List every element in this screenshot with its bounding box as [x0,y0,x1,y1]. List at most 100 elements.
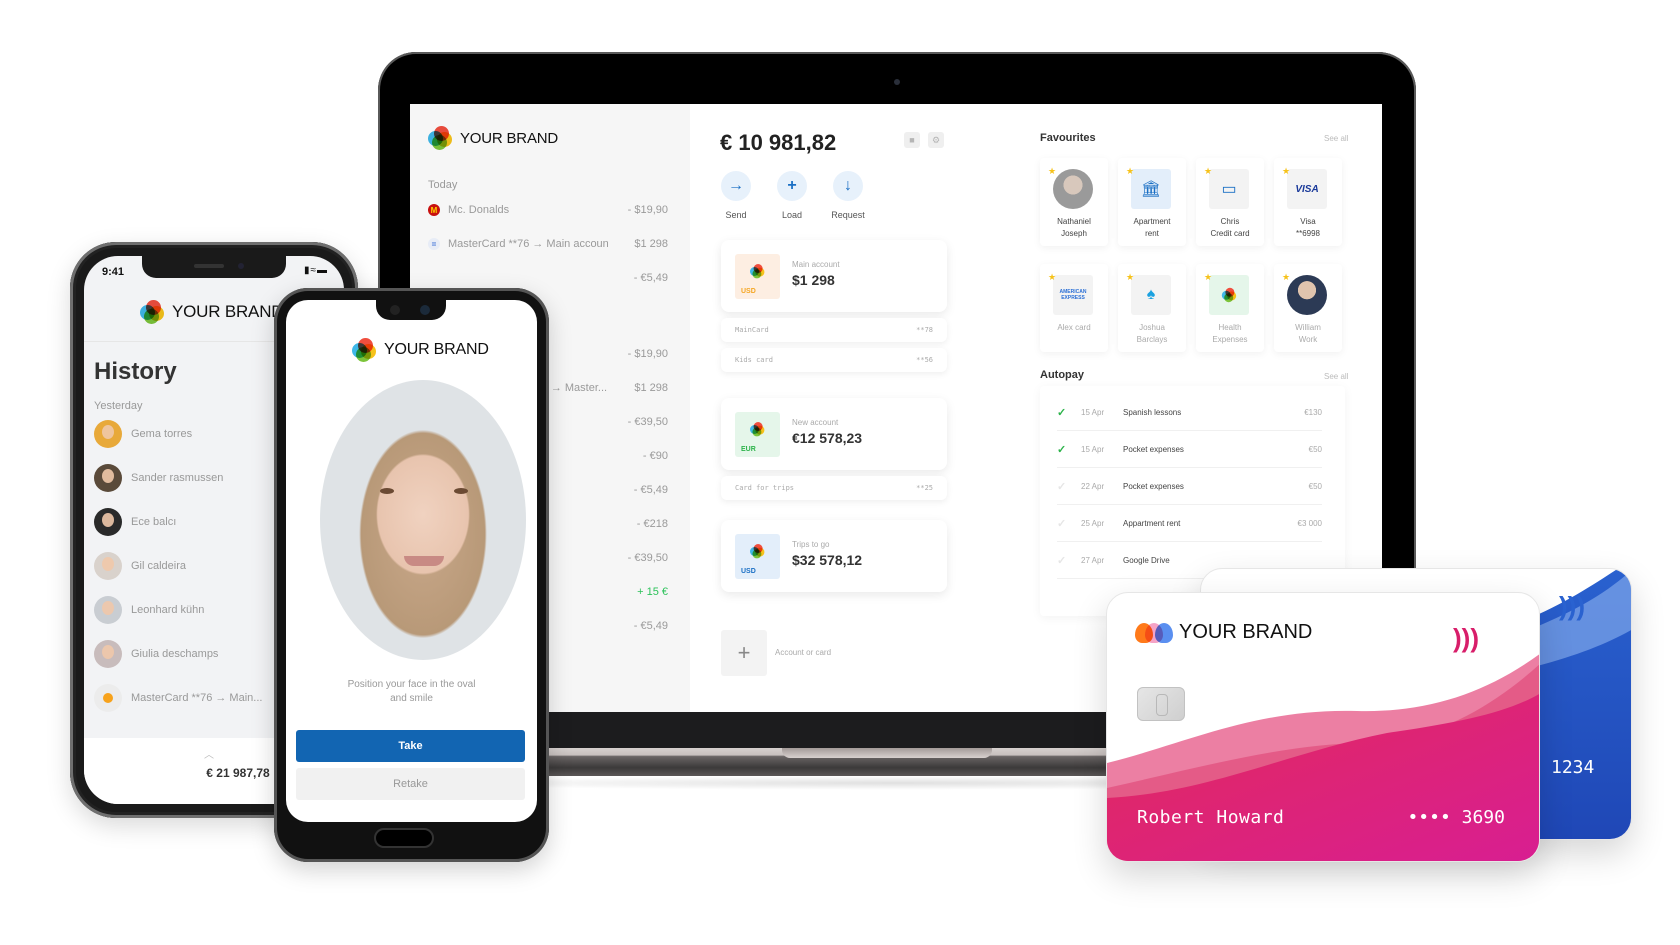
transaction-row[interactable]: M Mc. Donalds - $19,90 [428,200,668,220]
autopay-amount: €130 [1304,407,1322,417]
avatar [94,596,122,624]
favourite-label: Joshua Barclays [1136,323,1168,344]
add-account-label: Account or card [775,648,832,657]
brand[interactable]: YOUR BRAND [428,126,558,150]
transaction-amount: - $19,90 [627,204,668,216]
brand-logo-icon [750,422,765,437]
transaction-amount: $1 298 [634,238,668,250]
linked-card-row[interactable]: MainCard **78 [721,318,947,342]
star-icon: ★ [1126,166,1135,176]
avatar [94,420,122,448]
transaction-row[interactable]: - €5,49 [428,268,668,288]
autopay-name: Pocket expenses [1123,444,1184,454]
card-brand-logo-icon [1135,622,1173,643]
autopay-row[interactable]: ✓ 15 Apr Spanish lessons €130 [1057,394,1322,431]
action-label: Request [831,210,865,220]
card-number: •••• 3690 [1407,807,1505,828]
account-name: Main account [792,260,840,269]
autopay-name: Pocket expenses [1123,481,1184,491]
linked-card-name: Card for trips [735,484,795,492]
autopay-name: Appartment rent [1123,518,1181,528]
brand[interactable]: YOUR BRAND [352,338,489,362]
autopay-date: 27 Apr [1081,555,1105,565]
favourite-tile[interactable]: ▭ ★ Chris Credit card [1196,158,1264,246]
history-name: Leonhard kühn [131,604,205,616]
account-card[interactable]: USD Main account $1 298 [721,240,947,312]
lock-icon[interactable]: ■ [904,132,920,148]
brand-logo [1209,275,1249,315]
face-capture-oval [320,380,526,660]
action-request-button[interactable]: ↓ Request [828,171,868,220]
autopay-amount: €50 [1308,481,1322,491]
card-number: 1234 [1551,757,1595,778]
account-name: New account [792,418,839,427]
iphone-notch [142,256,286,278]
account-thumbnail: USD [735,534,780,579]
transaction-row[interactable]: = MasterCard **76 → Main account $1 298 [428,234,668,254]
group-label: Today [428,179,458,191]
account-card[interactable]: USD Trips to go $32 578,12 [721,520,947,592]
take-photo-button[interactable]: Take [296,730,525,762]
plus-icon: + [777,171,807,201]
visa-logo: VISA [1287,169,1327,209]
autopay-row[interactable]: ✓ 15 Apr Pocket expenses €50 [1057,431,1322,468]
star-icon: ★ [1048,166,1057,176]
action-send-button[interactable]: → Send [716,171,756,220]
check-icon: ✓ [1057,554,1067,567]
bank-icon: 🏛 [1131,169,1171,209]
action-load-button[interactable]: + Load [772,171,812,220]
favourite-tile[interactable]: ★ Nathaniel Joseph [1040,158,1108,246]
add-account-button[interactable]: + [721,630,767,676]
star-icon: ★ [1282,166,1291,176]
autopay-row[interactable]: ✓ 22 Apr Pocket expenses €50 [1057,468,1322,505]
account-name: Trips to go [792,540,830,549]
action-label: Load [781,210,803,220]
star-icon: ★ [1048,272,1057,282]
linked-card-row[interactable]: Kids card **56 [721,348,947,372]
capture-hint: Position your face in the oval and smile [347,679,476,704]
check-icon: ✓ [1057,406,1067,419]
account-balance: $1 298 [792,272,835,288]
history-name: Giulia deschamps [131,648,219,660]
favourite-label: Chris Credit card [1210,217,1250,238]
brand-logo-icon [750,544,765,559]
favourite-tile[interactable]: ★ William Work [1274,264,1342,352]
arrow-down-icon: ↓ [833,171,863,201]
brand[interactable]: YOUR BRAND [140,300,284,324]
favourite-tile[interactable]: AMERICAN EXPRESS ★ Alex card [1040,264,1108,352]
account-card[interactable]: EUR New account €12 578,23 [721,398,947,470]
mastercard-icon: = [428,238,440,250]
favourite-label: Health Expenses [1212,323,1248,344]
chevron-up-icon[interactable]: ︿ [204,746,214,761]
favourite-tile[interactable]: ♠ ★ Joshua Barclays [1118,264,1186,352]
favourites-see-all-link[interactable]: See all [1324,134,1348,143]
transaction-amount: + 15 € [637,586,668,598]
linked-card-row[interactable]: Card for trips **25 [721,476,947,500]
star-icon: ★ [1204,272,1213,282]
autopay-title: Autopay [1040,369,1084,381]
brand-logo-icon [1221,287,1237,303]
transaction-amount: - €90 [642,450,668,462]
favourite-tile[interactable]: ★ Health Expenses [1196,264,1264,352]
brand-logo-icon [352,338,376,362]
favourite-tile[interactable]: VISA ★ Visa **6998 [1274,158,1342,246]
group-label: Yesterday [94,400,143,412]
gear-icon[interactable]: ⚙ [928,132,944,148]
autopay-name: Google Drive [1123,555,1170,565]
autopay-see-all-link[interactable]: See all [1324,372,1348,381]
favourite-label: Alex card [1057,323,1091,332]
favourites-title: Favourites [1040,132,1096,144]
transaction-label: MasterCard **76 → Main account [448,238,608,250]
autopay-amount: €50 [1308,444,1322,454]
avatar [1053,169,1093,209]
favourite-label: William Work [1295,323,1321,344]
card-brand-name: YOUR BRAND [1179,621,1313,643]
avatar [94,552,122,580]
check-icon: ✓ [1057,480,1067,493]
transaction-amount: - $19,90 [627,348,668,360]
retake-photo-button[interactable]: Retake [296,768,525,800]
brand-name: YOUR BRAND [460,129,559,147]
autopay-row[interactable]: ✓ 25 Apr Appartment rent €3 000 [1057,505,1322,542]
favourite-tile[interactable]: 🏛 ★ Apartment rent [1118,158,1186,246]
home-button[interactable] [374,828,434,848]
